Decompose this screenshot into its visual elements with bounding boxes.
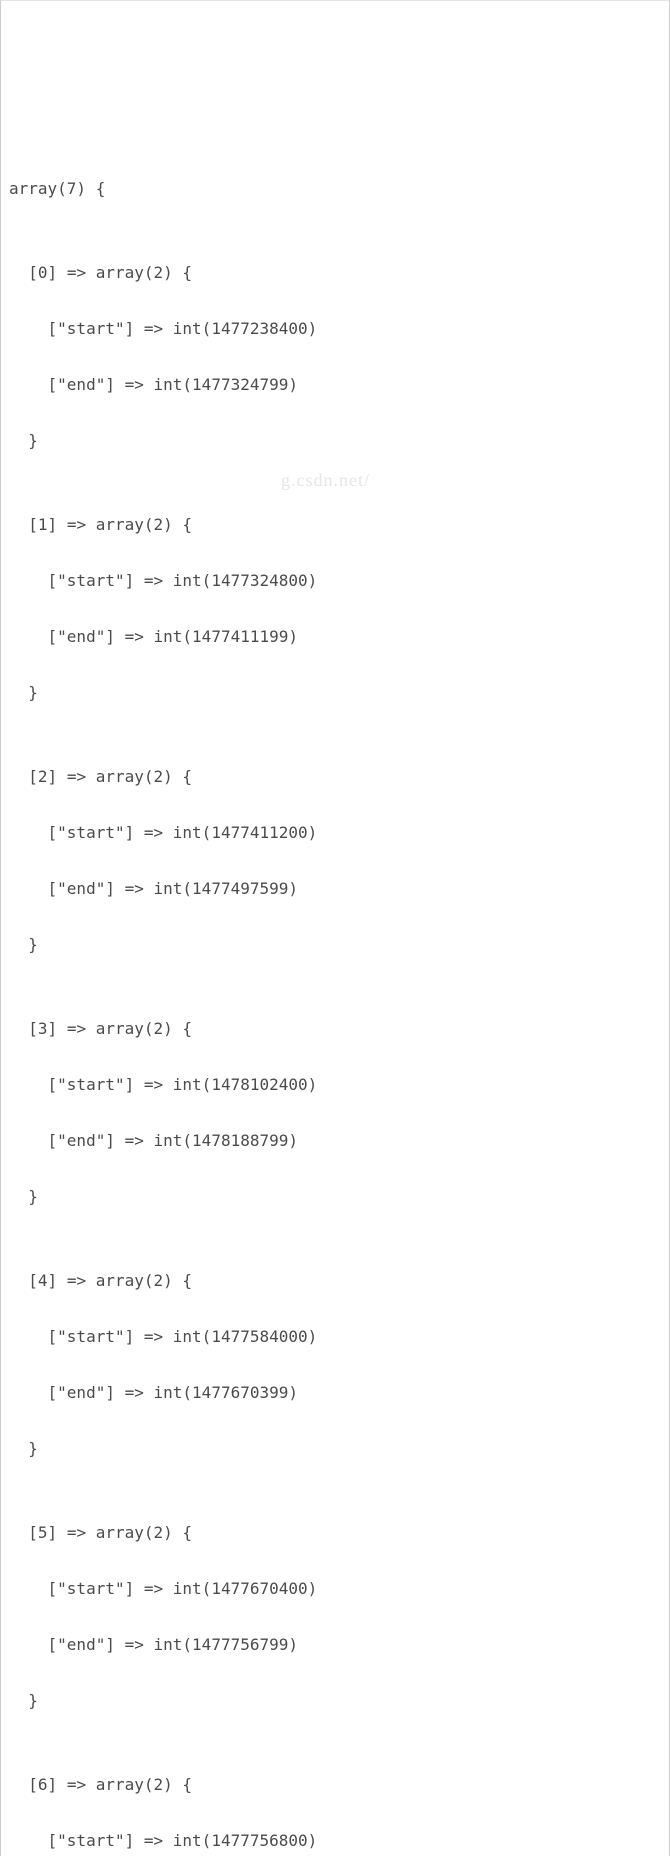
- dump-item-header: [4] => array(2) {: [9, 1267, 661, 1295]
- dump-item-start: ["start"] => int(1478102400): [9, 1071, 661, 1099]
- dump-item-header: [0] => array(2) {: [9, 259, 661, 287]
- dump-item-header: [3] => array(2) {: [9, 1015, 661, 1043]
- dump-item-close: }: [9, 1435, 661, 1463]
- dump-item-close: }: [9, 1687, 661, 1715]
- dump-item-header: [2] => array(2) {: [9, 763, 661, 791]
- dump-item-close: }: [9, 679, 661, 707]
- dump-item-start: ["start"] => int(1477324800): [9, 567, 661, 595]
- dump-item-end: ["end"] => int(1478188799): [9, 1127, 661, 1155]
- watermark-text: g.csdn.net/: [281, 465, 370, 497]
- dump-item-end: ["end"] => int(1477756799): [9, 1631, 661, 1659]
- dump-item-start: ["start"] => int(1477670400): [9, 1575, 661, 1603]
- dump-item-header: [1] => array(2) {: [9, 511, 661, 539]
- dump-item-start: ["start"] => int(1477238400): [9, 315, 661, 343]
- dump-item-end: ["end"] => int(1477670399): [9, 1379, 661, 1407]
- dump-item-start: ["start"] => int(1477584000): [9, 1323, 661, 1351]
- dump-item-end: ["end"] => int(1477411199): [9, 623, 661, 651]
- dump-item-start: ["start"] => int(1477411200): [9, 819, 661, 847]
- dump-root-open: array(7) {: [9, 175, 661, 203]
- dump-item-start: ["start"] => int(1477756800): [9, 1827, 661, 1855]
- dump-item-close: }: [9, 427, 661, 455]
- dump-item-header: [6] => array(2) {: [9, 1771, 661, 1799]
- dump-item-close: }: [9, 931, 661, 959]
- dump-item-header: [5] => array(2) {: [9, 1519, 661, 1547]
- dump-item-end: ["end"] => int(1477324799): [9, 371, 661, 399]
- dump-item-end: ["end"] => int(1477497599): [9, 875, 661, 903]
- dump-item-close: }: [9, 1183, 661, 1211]
